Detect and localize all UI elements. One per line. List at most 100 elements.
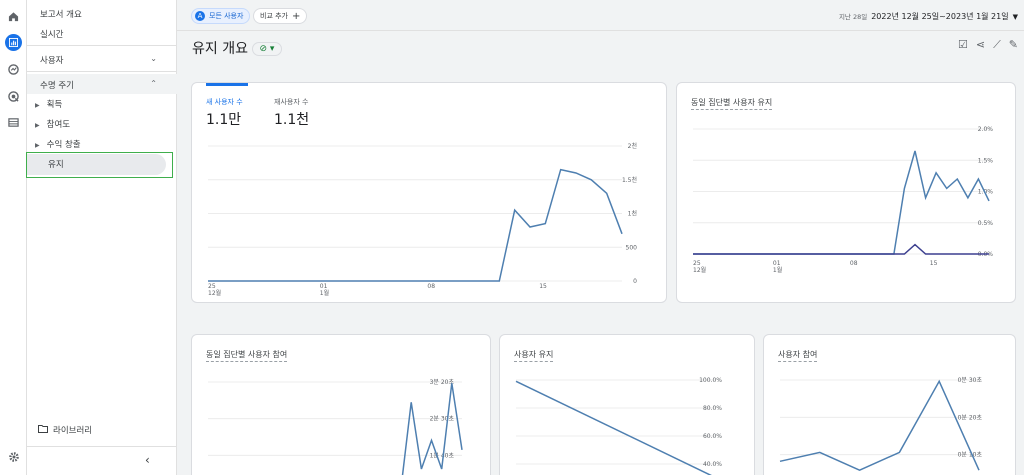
y-tick-label: 0분 10초 (958, 452, 983, 459)
nav-retention[interactable]: 유지 (26, 152, 173, 178)
series-line (208, 168, 623, 282)
nav-monetization[interactable]: ▶ 수익 창출 (27, 138, 177, 150)
y-tick-label: 500 (626, 244, 638, 251)
home-icon[interactable] (5, 8, 22, 25)
segment-chip[interactable]: A 모든 사용자 (191, 8, 251, 24)
x-tick-label: 1월 (320, 289, 329, 297)
metric-label: 새 사용자 수 (206, 98, 243, 106)
page-title: 유지 개요 ⊘ ▾ (192, 38, 282, 58)
nav-lifecycle-section[interactable]: 수명 주기 ⌃ (27, 74, 177, 94)
series-line (693, 243, 989, 255)
chevron-up-icon: ⌃ (150, 79, 157, 88)
x-tick-label: 25 (208, 283, 216, 290)
y-tick-label: 40.0% (703, 461, 722, 468)
x-tick-label: 01 (773, 260, 781, 267)
x-tick-label: 08 (850, 260, 858, 267)
nav-realtime[interactable]: 실시간 (27, 28, 177, 40)
chevron-down-icon: ⌄ (150, 54, 157, 63)
chip-label: 비교 추가 (260, 12, 288, 20)
cohort-engagement-card: 동일 집단별 사용자 참여 3분 20초 2분 30초 1분 40초 (191, 334, 491, 475)
nav-item-label: 보고서 개요 (40, 10, 82, 20)
card-title: 사용자 참여 (778, 349, 818, 362)
divider (27, 71, 177, 72)
share-icon[interactable]: ⋖ (976, 38, 985, 52)
y-tick-label: 0분 20초 (958, 414, 983, 421)
x-tick-label: 12월 (693, 266, 706, 274)
explore-icon[interactable] (5, 61, 22, 78)
toolbar: ☑ ⋖ ⟋ ✎ (958, 38, 1018, 52)
x-tick-label: 08 (427, 283, 435, 290)
expand-arrow-icon: ▶ (35, 122, 40, 129)
metric-value: 1.1천 (274, 112, 310, 128)
user-engagement-line-chart: 0분 30초 0분 20초 0분 10초 (779, 377, 983, 472)
y-tick-label: 0 (633, 278, 637, 285)
metric-returning-users[interactable]: 재사용자 수 1.1천 (274, 97, 309, 129)
top-bar: A 모든 사용자 비교 추가 + 지난 28일 2022년 12월 25일~2023년… (177, 0, 1024, 30)
edit-comparison-icon[interactable]: ☑ (958, 38, 968, 52)
metric-new-users[interactable]: 새 사용자 수 1.1만 (206, 97, 243, 129)
nav-user-section[interactable]: 사용자 ⌄ (27, 54, 177, 66)
expand-arrow-icon: ▶ (35, 102, 40, 109)
y-tick-label: 2.0% (978, 126, 994, 133)
user-retention-line-chart: 100.0% 80.0% 60.0% 40.0% (515, 377, 722, 475)
nav-item-label: 참여도 (46, 120, 71, 130)
configure-icon[interactable] (5, 114, 22, 131)
icon-rail (0, 0, 27, 475)
cohort-engagement-line-chart: 3분 20초 2분 30초 1분 40초 (208, 379, 463, 475)
y-tick-label: 0분 30초 (958, 377, 983, 384)
user-retention-card: 사용자 유지 100.0% 80.0% 60.0% 40.0% (499, 334, 755, 475)
y-tick-label: 2분 30초 (430, 416, 455, 423)
x-tick-label: 01 (320, 283, 328, 290)
nav-library[interactable]: 라이브러리 (27, 424, 177, 436)
divider (27, 446, 177, 447)
series-line (401, 383, 463, 475)
y-tick-label: 100.0% (699, 377, 722, 384)
insights-icon[interactable]: ⟋ (993, 38, 1001, 52)
y-tick-label: 0.5% (978, 220, 994, 227)
x-tick-label: 1월 (773, 266, 782, 274)
y-tick-label: 3분 20초 (430, 379, 455, 386)
nav-item-label: 라이브러리 (53, 426, 93, 436)
user-engagement-card: 사용자 참여 0분 30초 0분 20초 0분 10초 (763, 334, 1016, 475)
advertising-icon[interactable] (5, 88, 22, 105)
folder-icon (38, 425, 48, 436)
card-title: 동일 집단별 사용자 유지 (691, 97, 773, 110)
x-tick-label: 15 (930, 260, 938, 267)
nav-item-label: 획득 (46, 100, 63, 110)
nav-item-label: 실시간 (40, 30, 64, 40)
settings-icon[interactable] (5, 448, 22, 465)
chevron-left-icon[interactable]: ‹ (145, 453, 150, 467)
plus-icon: + (292, 10, 301, 22)
retention-main-card: 새 사용자 수 1.1만 재사용자 수 1.1천 2천 1.5천 1천 500 0 25 12월… (191, 82, 667, 303)
page-title-text: 유지 개요 (192, 41, 248, 57)
caret-down-icon: ▼ (1012, 13, 1018, 21)
nav-engagement[interactable]: ▶ 참여도 (27, 118, 177, 130)
card-title: 동일 집단별 사용자 참여 (206, 349, 288, 362)
y-tick-label: 1.5% (978, 157, 994, 164)
x-tick-label: 25 (693, 260, 701, 267)
x-tick-label: 15 (539, 283, 547, 290)
y-tick-label: 1천 (628, 210, 637, 218)
y-tick-label: 2천 (628, 142, 637, 150)
series-line (693, 150, 990, 255)
selected-tab-indicator (206, 83, 248, 86)
reports-icon[interactable] (5, 34, 22, 51)
y-tick-label: 1.5천 (622, 176, 637, 184)
date-range-text: 2022년 12월 25일~2023년 1월 21일 (871, 12, 1009, 21)
cohort-retention-line-chart: 2.0%1.5%1.0%0.5%0.0%2512월011월08 15 (693, 126, 994, 274)
edit-pencil-icon[interactable]: ✎ (1009, 38, 1018, 52)
add-comparison-button[interactable]: 비교 추가 + (253, 8, 308, 24)
divider (27, 45, 177, 46)
date-range-picker[interactable]: 지난 28일 2022년 12월 25일~2023년 1월 21일 ▼ (839, 11, 1018, 22)
cohort-retention-card: 동일 집단별 사용자 유지 2.0% 1.5% 1.0% 0.5% 0.0% 25 12월 0… (676, 82, 1016, 303)
nav-reports-snapshot[interactable]: 보고서 개요 (27, 8, 177, 20)
status-check-icon[interactable]: ⊘ ▾ (251, 42, 282, 56)
divider (177, 30, 1024, 31)
metric-value: 1.1만 (206, 112, 242, 128)
nav-acquisition[interactable]: ▶ 획득 (27, 98, 177, 110)
date-label: 지난 28일 (838, 13, 868, 21)
x-tick-label: 12월 (208, 289, 221, 297)
metric-label: 재사용자 수 (274, 98, 309, 106)
new-users-line-chart: 2천 1.5천 1천 500 0 2512월 011월 08 15 (208, 142, 638, 297)
y-tick-label: 1분 40초 (430, 452, 455, 459)
